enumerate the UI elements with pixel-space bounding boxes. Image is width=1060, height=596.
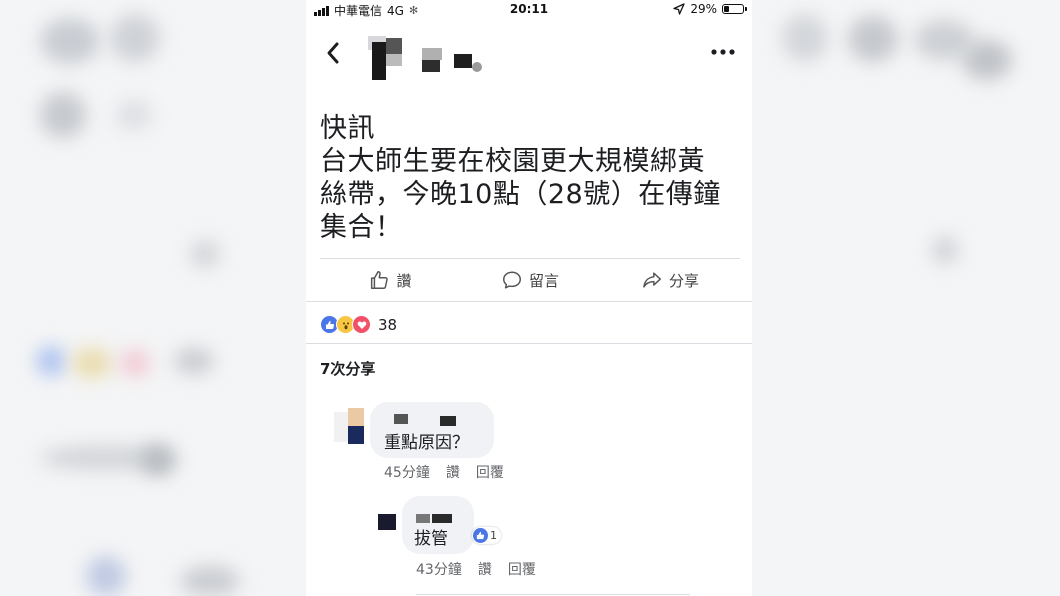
like-reaction-icon bbox=[473, 528, 488, 543]
commenter-name-redacted[interactable] bbox=[384, 414, 464, 428]
status-bar: 中華電信 4G ✻ 20:11 29% bbox=[306, 0, 752, 20]
comment-reply-link[interactable]: 回覆 bbox=[476, 462, 504, 482]
reply-like-link[interactable]: 讚 bbox=[478, 559, 492, 579]
divider bbox=[306, 301, 752, 302]
replier-avatar[interactable] bbox=[378, 514, 398, 534]
divider bbox=[320, 258, 740, 259]
battery-percent: 29% bbox=[690, 2, 717, 16]
comment-like-link[interactable]: 讚 bbox=[446, 462, 460, 482]
reply-time: 43分鐘 bbox=[416, 562, 462, 578]
share-count[interactable]: 7次分享 bbox=[320, 358, 375, 379]
post-header bbox=[306, 28, 752, 80]
share-label: 分享 bbox=[668, 271, 699, 290]
post-line: 絲帶，今晚10點（28號）在傳鐘 bbox=[320, 179, 721, 210]
reaction-count: 38 bbox=[378, 315, 398, 334]
share-arrow-icon bbox=[643, 272, 661, 288]
post-actions: 讚 留言 分享 bbox=[320, 260, 740, 300]
author-name-redacted[interactable] bbox=[362, 32, 482, 80]
blurred-backdrop-right bbox=[752, 0, 1060, 596]
location-arrow-icon bbox=[673, 3, 685, 15]
reply-text: 拔管 bbox=[414, 529, 448, 549]
reply-like-badge[interactable]: 1 bbox=[472, 527, 501, 544]
divider bbox=[306, 343, 752, 344]
like-label: 讚 bbox=[396, 271, 412, 290]
divider bbox=[416, 594, 690, 595]
comment-bubble: 重點原因？ bbox=[370, 402, 494, 458]
commenter-avatar[interactable] bbox=[320, 406, 372, 446]
post-body: 快訊 台大師生要在校園更大規模綁黃 絲帶，今晚10點（28號）在傳鐘 集合！ bbox=[320, 112, 740, 244]
reaction-summary[interactable]: 38 bbox=[320, 315, 397, 334]
post-line: 集合！ bbox=[320, 212, 403, 243]
reply-reply-link[interactable]: 回覆 bbox=[508, 559, 536, 579]
battery-icon bbox=[722, 4, 747, 14]
share-button[interactable]: 分享 bbox=[600, 260, 740, 300]
status-right: 29% bbox=[673, 2, 747, 16]
reply-bubble: 拔管 bbox=[402, 496, 474, 554]
comment-meta: 45分鐘 讚 回覆 bbox=[384, 462, 504, 482]
comment-label: 留言 bbox=[528, 271, 559, 290]
reply-meta: 43分鐘 讚 回覆 bbox=[416, 559, 536, 579]
back-chevron-icon[interactable] bbox=[320, 38, 346, 68]
like-button[interactable]: 讚 bbox=[320, 260, 460, 300]
post-line: 快訊 bbox=[320, 113, 375, 144]
comment-bubble-icon bbox=[503, 271, 521, 289]
more-options-icon[interactable] bbox=[710, 42, 736, 62]
love-reaction-icon bbox=[352, 315, 371, 334]
thumbs-up-icon bbox=[371, 271, 389, 289]
phone-screen: 中華電信 4G ✻ 20:11 29% 快訊 台大師生要在校園更大規模綁黃 絲帶… bbox=[306, 0, 752, 596]
post-line: 台大師生要在校園更大規模綁黃 bbox=[320, 146, 705, 177]
reply-like-count: 1 bbox=[490, 529, 497, 542]
comment-button[interactable]: 留言 bbox=[460, 260, 600, 300]
comment-text: 重點原因？ bbox=[384, 433, 469, 453]
comment-time: 45分鐘 bbox=[384, 465, 430, 481]
blurred-backdrop-left bbox=[0, 0, 306, 596]
